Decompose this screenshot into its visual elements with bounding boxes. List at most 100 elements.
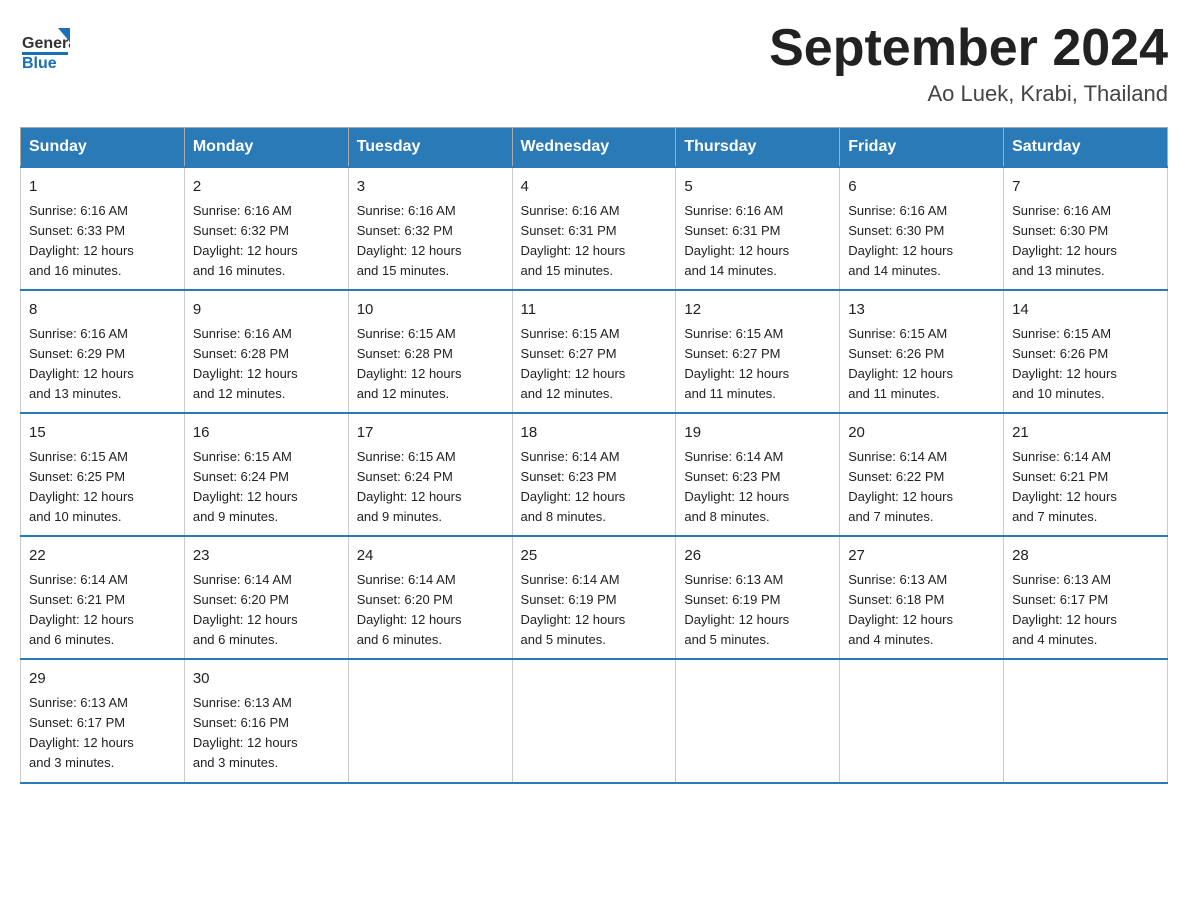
svg-text:Blue: Blue (22, 55, 57, 70)
calendar-table: SundayMondayTuesdayWednesdayThursdayFrid… (20, 127, 1168, 783)
day-number: 5 (684, 176, 831, 199)
calendar-cell: 4 Sunrise: 6:16 AMSunset: 6:31 PMDaylight… (512, 167, 676, 290)
column-header-tuesday: Tuesday (348, 128, 512, 168)
day-info: Sunrise: 6:16 AMSunset: 6:33 PMDaylight:… (29, 203, 134, 278)
calendar-cell (840, 659, 1004, 782)
day-info: Sunrise: 6:13 AMSunset: 6:19 PMDaylight:… (684, 572, 789, 647)
calendar-cell: 13 Sunrise: 6:15 AMSunset: 6:26 PMDayligh… (840, 290, 1004, 413)
calendar-cell: 10 Sunrise: 6:15 AMSunset: 6:28 PMDayligh… (348, 290, 512, 413)
calendar-cell: 16Sunrise: 6:15 AMSunset: 6:24 PMDayligh… (184, 413, 348, 536)
day-number: 24 (357, 545, 504, 568)
day-number: 27 (848, 545, 995, 568)
day-info: Sunrise: 6:14 AMSunset: 6:21 PMDaylight:… (29, 572, 134, 647)
day-number: 22 (29, 545, 176, 568)
day-number: 11 (521, 299, 668, 322)
day-number: 12 (684, 299, 831, 322)
calendar-week-row: 15 Sunrise: 6:15 AMSunset: 6:25 PMDayligh… (21, 413, 1168, 536)
day-info: Sunrise: 6:16 AMSunset: 6:32 PMDaylight:… (357, 203, 462, 278)
calendar-week-row: 29 Sunrise: 6:13 AMSunset: 6:17 PMDayligh… (21, 659, 1168, 782)
day-number: 19 (684, 422, 831, 445)
title-area: September 2024 Ao Luek, Krabi, Thailand (769, 20, 1168, 107)
calendar-cell: 11Sunrise: 6:15 AMSunset: 6:27 PMDayligh… (512, 290, 676, 413)
calendar-cell: 24 Sunrise: 6:14 AMSunset: 6:20 PMDayligh… (348, 536, 512, 659)
calendar-cell: 1 Sunrise: 6:16 AMSunset: 6:33 PMDaylight… (21, 167, 185, 290)
page-header: General Blue September 2024 Ao Luek, Kra… (20, 20, 1168, 107)
day-number: 18 (521, 422, 668, 445)
logo-icon: General Blue (20, 20, 70, 70)
day-info: Sunrise: 6:14 AMSunset: 6:22 PMDaylight:… (848, 449, 953, 524)
column-header-wednesday: Wednesday (512, 128, 676, 168)
calendar-cell: 23 Sunrise: 6:14 AMSunset: 6:20 PMDayligh… (184, 536, 348, 659)
day-number: 30 (193, 668, 340, 691)
calendar-cell: 26Sunrise: 6:13 AMSunset: 6:19 PMDayligh… (676, 536, 840, 659)
day-info: Sunrise: 6:16 AMSunset: 6:32 PMDaylight:… (193, 203, 298, 278)
calendar-cell: 17 Sunrise: 6:15 AMSunset: 6:24 PMDayligh… (348, 413, 512, 536)
calendar-week-row: 22 Sunrise: 6:14 AMSunset: 6:21 PMDayligh… (21, 536, 1168, 659)
calendar-cell: 14Sunrise: 6:15 AMSunset: 6:26 PMDayligh… (1004, 290, 1168, 413)
day-number: 13 (848, 299, 995, 322)
calendar-header-row: SundayMondayTuesdayWednesdayThursdayFrid… (21, 128, 1168, 168)
column-header-monday: Monday (184, 128, 348, 168)
day-number: 21 (1012, 422, 1159, 445)
calendar-cell: 19 Sunrise: 6:14 AMSunset: 6:23 PMDayligh… (676, 413, 840, 536)
day-info: Sunrise: 6:14 AMSunset: 6:20 PMDaylight:… (357, 572, 462, 647)
calendar-week-row: 8Sunrise: 6:16 AMSunset: 6:29 PMDaylight… (21, 290, 1168, 413)
day-info: Sunrise: 6:14 AMSunset: 6:20 PMDaylight:… (193, 572, 298, 647)
day-number: 17 (357, 422, 504, 445)
day-info: Sunrise: 6:15 AMSunset: 6:27 PMDaylight:… (684, 326, 789, 401)
day-info: Sunrise: 6:16 AMSunset: 6:31 PMDaylight:… (521, 203, 626, 278)
calendar-cell: 9 Sunrise: 6:16 AMSunset: 6:28 PMDaylight… (184, 290, 348, 413)
logo-area: General Blue (20, 20, 70, 70)
day-number: 7 (1012, 176, 1159, 199)
calendar-cell: 21 Sunrise: 6:14 AMSunset: 6:21 PMDayligh… (1004, 413, 1168, 536)
calendar-cell: 22 Sunrise: 6:14 AMSunset: 6:21 PMDayligh… (21, 536, 185, 659)
day-number: 23 (193, 545, 340, 568)
day-info: Sunrise: 6:14 AMSunset: 6:21 PMDaylight:… (1012, 449, 1117, 524)
location-subtitle: Ao Luek, Krabi, Thailand (769, 81, 1168, 107)
calendar-cell: 3 Sunrise: 6:16 AMSunset: 6:32 PMDaylight… (348, 167, 512, 290)
day-number: 25 (521, 545, 668, 568)
day-number: 10 (357, 299, 504, 322)
column-header-sunday: Sunday (21, 128, 185, 168)
calendar-cell (676, 659, 840, 782)
calendar-week-row: 1 Sunrise: 6:16 AMSunset: 6:33 PMDaylight… (21, 167, 1168, 290)
day-info: Sunrise: 6:15 AMSunset: 6:24 PMDaylight:… (357, 449, 462, 524)
calendar-cell: 2Sunrise: 6:16 AMSunset: 6:32 PMDaylight… (184, 167, 348, 290)
day-info: Sunrise: 6:15 AMSunset: 6:26 PMDaylight:… (848, 326, 953, 401)
day-number: 3 (357, 176, 504, 199)
calendar-cell: 8Sunrise: 6:16 AMSunset: 6:29 PMDaylight… (21, 290, 185, 413)
day-info: Sunrise: 6:16 AMSunset: 6:30 PMDaylight:… (848, 203, 953, 278)
calendar-cell: 20Sunrise: 6:14 AMSunset: 6:22 PMDayligh… (840, 413, 1004, 536)
day-number: 4 (521, 176, 668, 199)
day-info: Sunrise: 6:13 AMSunset: 6:18 PMDaylight:… (848, 572, 953, 647)
day-info: Sunrise: 6:16 AMSunset: 6:31 PMDaylight:… (684, 203, 789, 278)
day-number: 15 (29, 422, 176, 445)
month-year-title: September 2024 (769, 20, 1168, 77)
day-info: Sunrise: 6:14 AMSunset: 6:23 PMDaylight:… (684, 449, 789, 524)
calendar-cell: 12 Sunrise: 6:15 AMSunset: 6:27 PMDayligh… (676, 290, 840, 413)
day-number: 6 (848, 176, 995, 199)
day-info: Sunrise: 6:16 AMSunset: 6:29 PMDaylight:… (29, 326, 134, 401)
day-info: Sunrise: 6:16 AMSunset: 6:28 PMDaylight:… (193, 326, 298, 401)
calendar-cell (512, 659, 676, 782)
day-number: 9 (193, 299, 340, 322)
calendar-cell: 27 Sunrise: 6:13 AMSunset: 6:18 PMDayligh… (840, 536, 1004, 659)
calendar-cell: 18 Sunrise: 6:14 AMSunset: 6:23 PMDayligh… (512, 413, 676, 536)
day-number: 28 (1012, 545, 1159, 568)
day-info: Sunrise: 6:16 AMSunset: 6:30 PMDaylight:… (1012, 203, 1117, 278)
day-info: Sunrise: 6:14 AMSunset: 6:23 PMDaylight:… (521, 449, 626, 524)
day-number: 1 (29, 176, 176, 199)
calendar-cell: 25Sunrise: 6:14 AMSunset: 6:19 PMDayligh… (512, 536, 676, 659)
day-number: 16 (193, 422, 340, 445)
day-info: Sunrise: 6:15 AMSunset: 6:26 PMDaylight:… (1012, 326, 1117, 401)
calendar-cell: 30Sunrise: 6:13 AMSunset: 6:16 PMDayligh… (184, 659, 348, 782)
calendar-cell (348, 659, 512, 782)
day-number: 29 (29, 668, 176, 691)
day-info: Sunrise: 6:15 AMSunset: 6:25 PMDaylight:… (29, 449, 134, 524)
calendar-cell: 7 Sunrise: 6:16 AMSunset: 6:30 PMDaylight… (1004, 167, 1168, 290)
logo: General Blue (20, 20, 70, 70)
day-info: Sunrise: 6:15 AMSunset: 6:28 PMDaylight:… (357, 326, 462, 401)
column-header-friday: Friday (840, 128, 1004, 168)
day-info: Sunrise: 6:13 AMSunset: 6:17 PMDaylight:… (29, 695, 134, 770)
calendar-cell: 5 Sunrise: 6:16 AMSunset: 6:31 PMDaylight… (676, 167, 840, 290)
